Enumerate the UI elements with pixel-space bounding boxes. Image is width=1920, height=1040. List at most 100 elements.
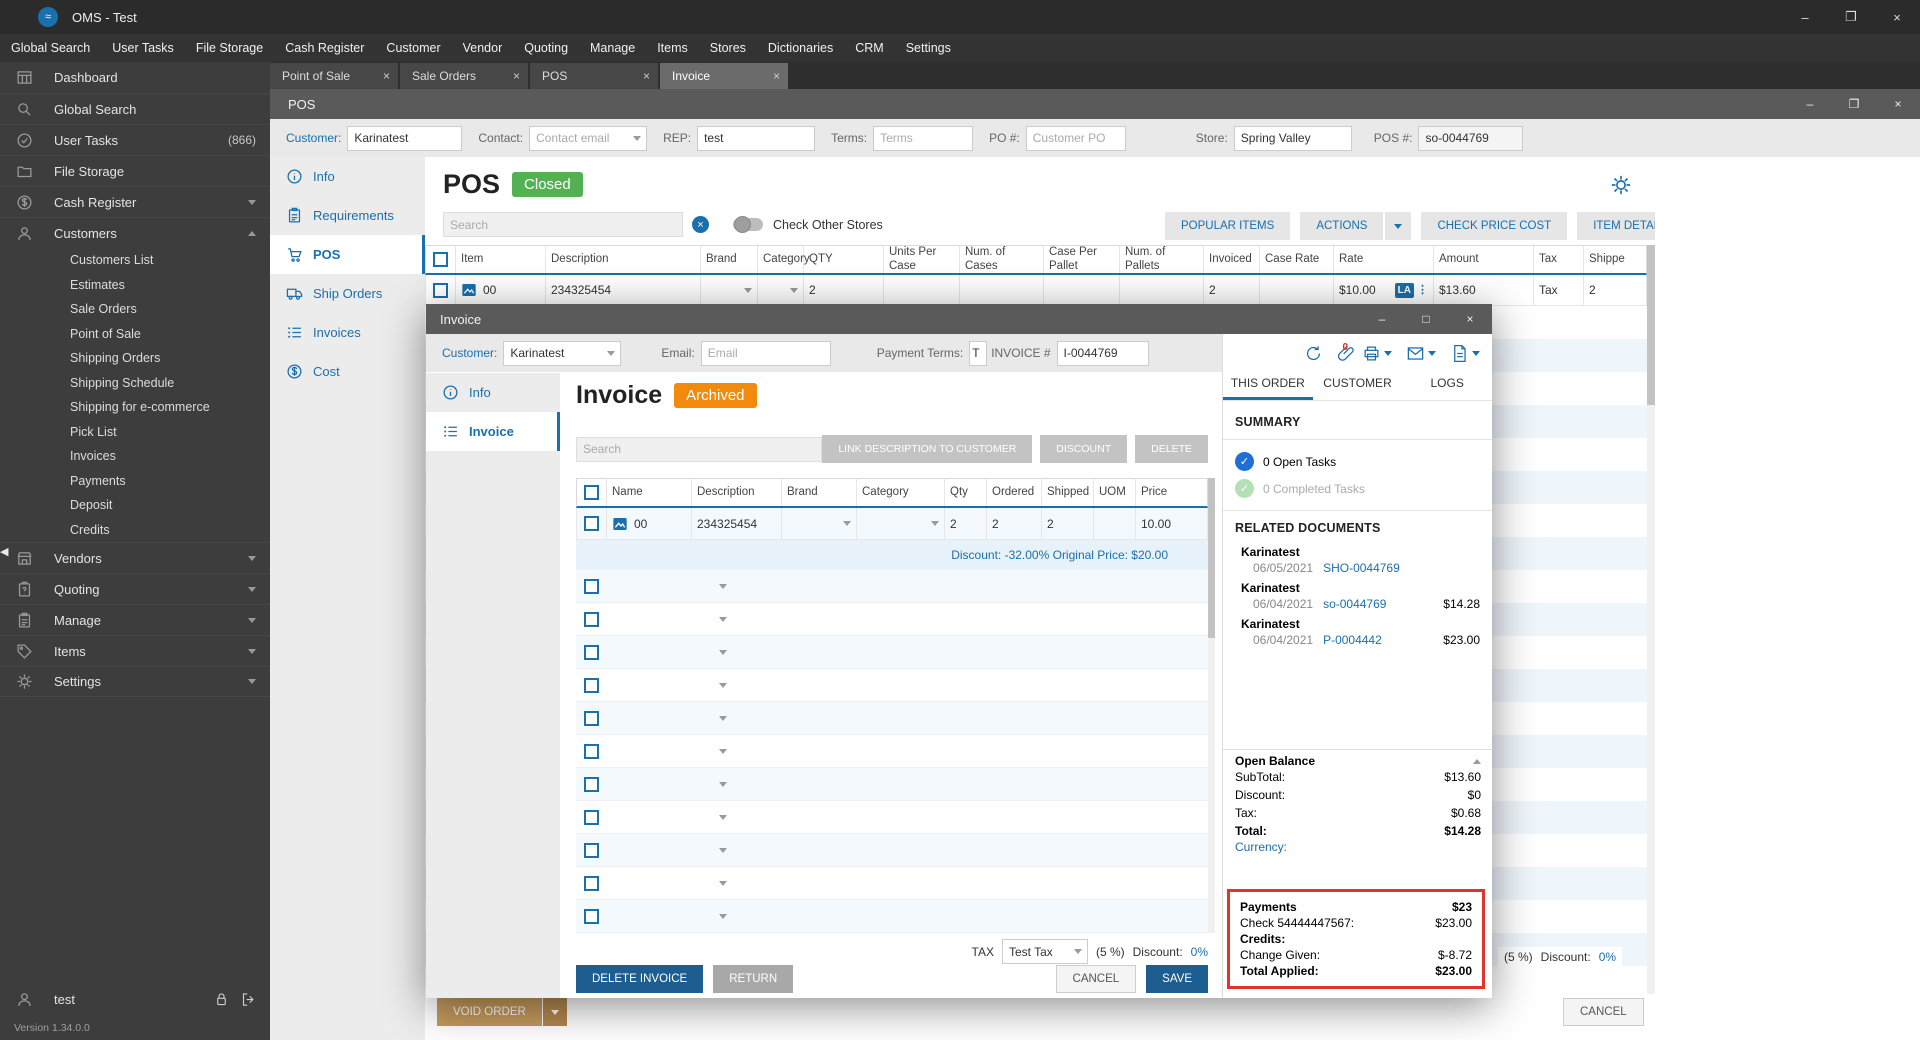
- link-description-button[interactable]: LINK DESCRIPTION TO CUSTOMER: [822, 435, 1033, 463]
- refresh-icon[interactable]: [1304, 344, 1323, 363]
- sidebar-item-deposit[interactable]: Deposit: [0, 493, 270, 518]
- sidebar-item-items[interactable]: Items: [0, 635, 270, 666]
- price-cell[interactable]: 10.00: [1136, 508, 1196, 539]
- minimize-button[interactable]: –: [1788, 89, 1832, 119]
- close-icon[interactable]: ×: [643, 69, 650, 83]
- column-header[interactable]: Invoiced: [1204, 246, 1260, 273]
- close-icon[interactable]: ×: [513, 69, 520, 83]
- item-image-icon[interactable]: [461, 282, 477, 298]
- completed-tasks-row[interactable]: ✓ 0 Completed Tasks: [1235, 475, 1480, 502]
- check-other-stores-toggle[interactable]: [733, 216, 763, 233]
- menu-items[interactable]: Items: [646, 41, 699, 55]
- close-icon[interactable]: ×: [773, 69, 780, 83]
- sidebar-collapse-arrow-icon[interactable]: ◀: [0, 545, 8, 558]
- row-checkbox[interactable]: [584, 644, 599, 660]
- sidebar-item-dashboard[interactable]: Dashboard: [0, 62, 270, 93]
- sidebar-item-credits[interactable]: Credits: [0, 518, 270, 543]
- item-details-button[interactable]: ITEM DETAILS: [1577, 212, 1655, 240]
- select-all-checkbox[interactable]: [584, 485, 599, 500]
- pos-table-scrollbar[interactable]: [1647, 245, 1655, 994]
- sidebar-item-pick-list[interactable]: Pick List: [0, 420, 270, 445]
- column-header[interactable]: QTY: [804, 246, 884, 273]
- invoice-table-row[interactable]: 00 234325454 2 2 2 10.00: [576, 508, 1208, 540]
- column-header[interactable]: Tax: [1534, 246, 1584, 273]
- print-button[interactable]: [1362, 344, 1392, 363]
- pos-cancel-button[interactable]: CANCEL: [1563, 998, 1644, 1026]
- column-header[interactable]: UOM: [1094, 479, 1136, 506]
- discount-value[interactable]: 0%: [1191, 945, 1208, 959]
- customer-field[interactable]: [347, 125, 463, 151]
- kebab-menu-icon[interactable]: ⋮: [1417, 285, 1428, 296]
- column-header[interactable]: Num. of Pallets: [1120, 246, 1204, 273]
- sidebar-item-sale-orders[interactable]: Sale Orders: [0, 297, 270, 322]
- sidebar-item-customers[interactable]: Customers: [0, 217, 270, 248]
- sidebar-item-estimates[interactable]: Estimates: [0, 273, 270, 298]
- sidebar-item-manage[interactable]: Manage: [0, 604, 270, 635]
- sidebar-item-payments[interactable]: Payments: [0, 469, 270, 494]
- chevron-down-icon[interactable]: [719, 583, 727, 589]
- column-header[interactable]: Case Rate: [1260, 246, 1334, 273]
- sidebar-item-shipping-schedule[interactable]: Shipping Schedule: [0, 371, 270, 396]
- chevron-down-icon[interactable]: [633, 135, 642, 141]
- column-header[interactable]: Shippe: [1584, 246, 1636, 273]
- sidebar-item-customers-list[interactable]: Customers List: [0, 248, 270, 273]
- invoice-table-scrollbar[interactable]: [1208, 478, 1215, 933]
- delete-button[interactable]: DELETE: [1135, 435, 1208, 463]
- sidebar-item-shipping-ecommerce[interactable]: Shipping for e-commerce: [0, 395, 270, 420]
- sidebar-item-invoices[interactable]: Invoices: [0, 444, 270, 469]
- row-checkbox[interactable]: [584, 842, 599, 858]
- column-header[interactable]: Shipped: [1042, 479, 1094, 506]
- pos-nav-requirements[interactable]: Requirements: [270, 196, 425, 235]
- sidebar-item-cash-register[interactable]: Cash Register: [0, 186, 270, 217]
- qty-cell[interactable]: 2: [804, 275, 884, 305]
- row-checkbox[interactable]: [433, 282, 448, 298]
- description-cell[interactable]: 234325454: [546, 275, 701, 305]
- chevron-down-icon[interactable]: [719, 748, 727, 754]
- chevron-down-icon[interactable]: [931, 521, 939, 526]
- row-checkbox[interactable]: [584, 611, 599, 627]
- tab-pos[interactable]: POS ×: [530, 63, 658, 89]
- pos-nav-invoices[interactable]: Invoices: [270, 313, 425, 352]
- related-doc-link[interactable]: P-0004442: [1323, 633, 1382, 647]
- logout-icon[interactable]: [241, 992, 256, 1007]
- minimize-button[interactable]: –: [1360, 304, 1404, 334]
- maximize-button[interactable]: ❐: [1832, 89, 1876, 119]
- menu-quoting[interactable]: Quoting: [513, 41, 579, 55]
- close-button[interactable]: ×: [1448, 304, 1492, 334]
- maximize-button[interactable]: □: [1404, 304, 1448, 334]
- currency-link[interactable]: Currency:: [1235, 840, 1481, 854]
- chevron-down-icon[interactable]: [843, 521, 851, 526]
- menu-user-tasks[interactable]: User Tasks: [101, 41, 185, 55]
- menu-stores[interactable]: Stores: [699, 41, 757, 55]
- menu-file-storage[interactable]: File Storage: [185, 41, 274, 55]
- return-button[interactable]: RETURN: [713, 965, 794, 993]
- sidebar-item-settings[interactable]: Settings: [0, 666, 270, 697]
- column-header[interactable]: Name: [607, 479, 692, 506]
- delete-invoice-button[interactable]: DELETE INVOICE: [576, 965, 704, 993]
- related-doc-link[interactable]: SHO-0044769: [1323, 561, 1400, 575]
- chevron-down-icon[interactable]: [790, 287, 798, 293]
- column-header[interactable]: Rate: [1334, 246, 1434, 273]
- row-checkbox[interactable]: [584, 677, 599, 693]
- pos-table-row[interactable]: 00 234325454 2 2 $10.00 LA ⋮ $13.60 Tax 2: [425, 275, 1647, 306]
- attachments-button[interactable]: 0: [1337, 342, 1348, 363]
- menu-manage[interactable]: Manage: [579, 41, 646, 55]
- tab-logs[interactable]: LOGS: [1402, 367, 1492, 400]
- tab-sale-orders[interactable]: Sale Orders ×: [400, 63, 528, 89]
- menu-settings[interactable]: Settings: [895, 41, 962, 55]
- column-header[interactable]: Description: [546, 246, 701, 273]
- tab-this-order[interactable]: THIS ORDER: [1223, 367, 1313, 400]
- close-button[interactable]: ×: [1874, 0, 1920, 34]
- column-header[interactable]: Num. of Cases: [960, 246, 1044, 273]
- tab-point-of-sale[interactable]: Point of Sale ×: [270, 63, 398, 89]
- pos-number-field[interactable]: [1418, 125, 1524, 151]
- payment-terms-field[interactable]: [969, 340, 988, 366]
- chevron-down-icon[interactable]: [719, 880, 727, 886]
- column-header[interactable]: Ordered: [987, 479, 1042, 506]
- row-checkbox[interactable]: [584, 743, 599, 759]
- sidebar-item-file-storage[interactable]: File Storage: [0, 155, 270, 186]
- column-header[interactable]: Description: [692, 479, 782, 506]
- menu-customer[interactable]: Customer: [375, 41, 451, 55]
- row-checkbox[interactable]: [584, 776, 599, 792]
- sidebar-item-vendors[interactable]: Vendors: [0, 542, 270, 573]
